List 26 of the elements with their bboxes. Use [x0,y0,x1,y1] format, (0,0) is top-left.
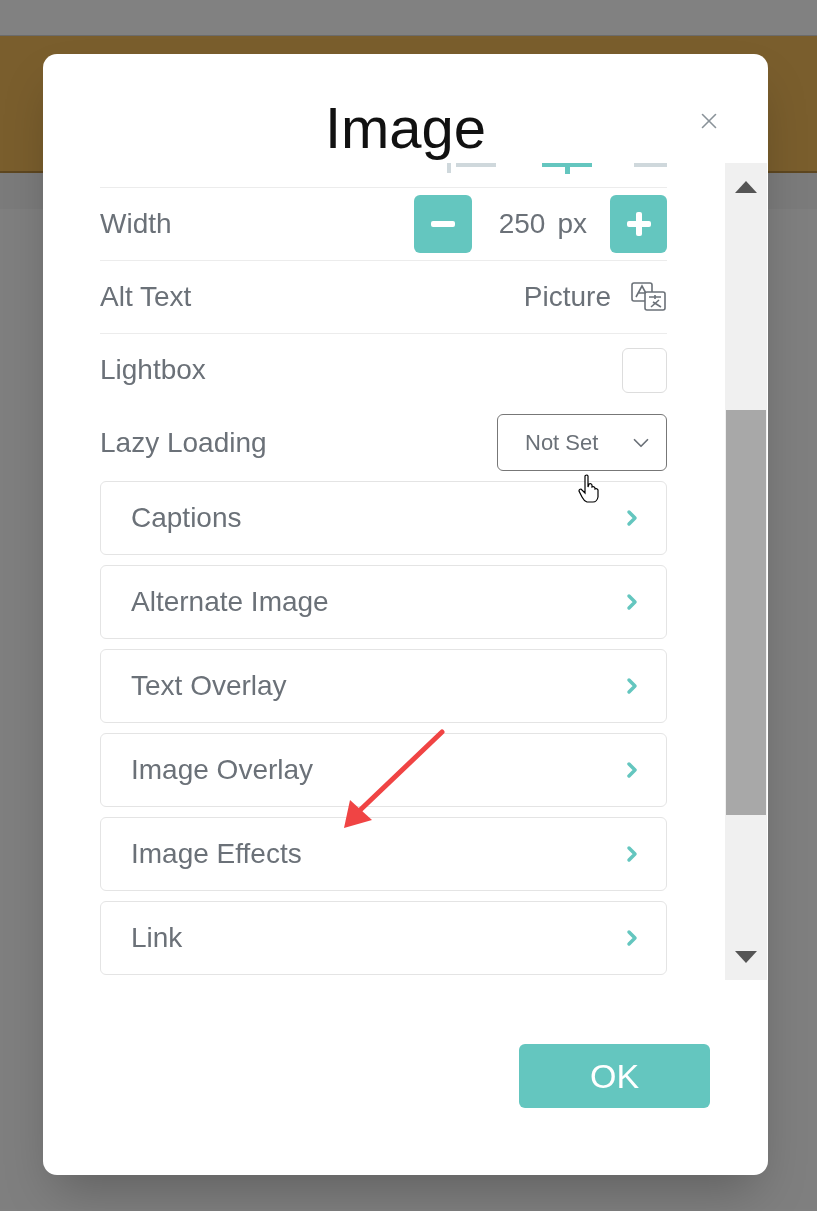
section-item[interactable]: Captions [100,481,667,555]
setting-label: Lazy Loading [100,425,267,460]
alt-text-value: Picture [523,280,611,314]
scroll-down-icon[interactable] [735,951,757,963]
scrollbar-thumb[interactable] [726,410,766,815]
section-item[interactable]: Image Effects [100,817,667,891]
scroll-up-icon[interactable] [735,181,757,193]
translate-icon[interactable] [631,282,667,312]
unit-label: px [557,207,587,241]
lazy-loading-select[interactable]: Not Set [497,414,667,471]
decrease-button[interactable] [413,195,472,253]
section-item[interactable]: Link [100,901,667,975]
width-value: 250 [498,207,546,241]
scrollbar[interactable] [725,163,767,980]
lightbox-checkbox[interactable] [622,347,667,393]
setting-label: Alt Text [100,280,192,314]
plus-icon [626,212,651,236]
section-item[interactable]: Image Overlay [100,733,667,807]
section-item[interactable]: Alternate Image [100,565,667,639]
section-item[interactable]: Text Overlay [100,649,667,723]
hand-cursor-icon [578,474,600,504]
dialog-title: Image [324,94,487,162]
setting-label: Lightbox [100,353,206,387]
setting-label: Width [100,207,172,241]
increase-button[interactable] [610,195,667,253]
minus-icon [430,221,455,227]
